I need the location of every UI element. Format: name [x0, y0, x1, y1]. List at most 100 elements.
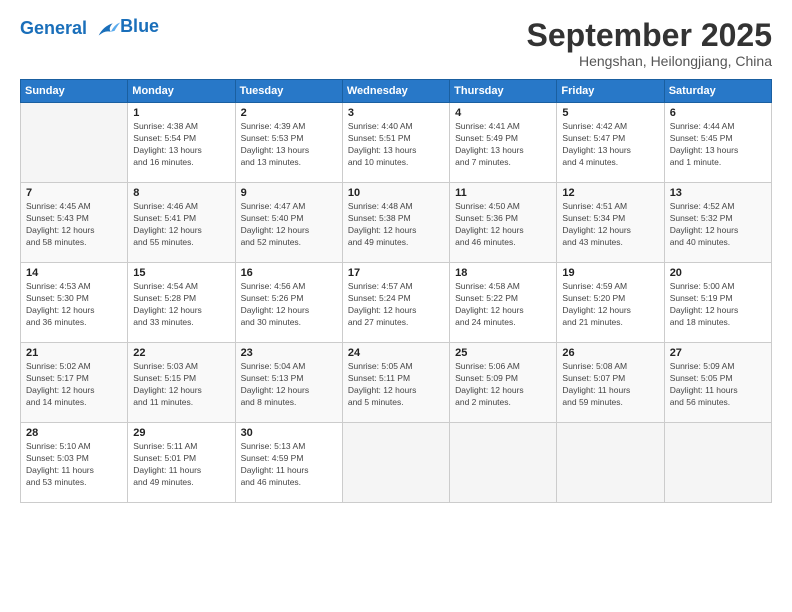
calendar-cell: 10 Sunrise: 4:48 AM Sunset: 5:38 PM Dayli…: [342, 183, 449, 263]
day-number: 30: [241, 427, 337, 439]
calendar-cell: 26Sunrise: 5:08 AM Sunset: 5:07 PM Dayli…: [557, 343, 664, 423]
day-number: 25: [455, 347, 551, 359]
day-number: 26: [562, 347, 658, 359]
day-info: Sunrise: 5:00 AM Sunset: 5:19 PM Dayligh…: [670, 281, 766, 329]
logo-bird-icon: [94, 18, 122, 40]
calendar-cell: 28 Sunrise: 5:10 AM Sunset: 5:03 PM Dayli…: [21, 423, 128, 503]
weekday-row: SundayMondayTuesdayWednesdayThursdayFrid…: [21, 80, 772, 103]
calendar-cell: 13 Sunrise: 4:52 AM Sunset: 5:32 PM Dayli…: [664, 183, 771, 263]
calendar-cell: [450, 423, 557, 503]
day-info: Sunrise: 4:45 AM Sunset: 5:43 PM Dayligh…: [26, 201, 122, 249]
day-info: Sunrise: 4:51 AM Sunset: 5:34 PM Dayligh…: [562, 201, 658, 249]
day-info: Sunrise: 4:40 AM Sunset: 5:51 PM Dayligh…: [348, 121, 444, 169]
calendar-cell: 7 Sunrise: 4:45 AM Sunset: 5:43 PM Daylig…: [21, 183, 128, 263]
day-number: 13: [670, 187, 766, 199]
calendar-cell: 27Sunrise: 5:09 AM Sunset: 5:05 PM Dayli…: [664, 343, 771, 423]
weekday-header: Friday: [557, 80, 664, 103]
day-number: 24: [348, 347, 444, 359]
calendar-cell: 4 Sunrise: 4:41 AM Sunset: 5:49 PM Daylig…: [450, 103, 557, 183]
calendar-cell: 21 Sunrise: 5:02 AM Sunset: 5:17 PM Dayli…: [21, 343, 128, 423]
day-number: 12: [562, 187, 658, 199]
logo: General Blue: [20, 18, 159, 40]
day-info: Sunrise: 5:04 AM Sunset: 5:13 PM Dayligh…: [241, 361, 337, 409]
calendar-week-row: 28 Sunrise: 5:10 AM Sunset: 5:03 PM Dayli…: [21, 423, 772, 503]
day-number: 4: [455, 107, 551, 119]
day-number: 20: [670, 267, 766, 279]
calendar-cell: 14Sunrise: 4:53 AM Sunset: 5:30 PM Dayli…: [21, 263, 128, 343]
day-info: Sunrise: 4:46 AM Sunset: 5:41 PM Dayligh…: [133, 201, 229, 249]
day-info: Sunrise: 4:39 AM Sunset: 5:53 PM Dayligh…: [241, 121, 337, 169]
day-number: 3: [348, 107, 444, 119]
calendar-cell: 8 Sunrise: 4:46 AM Sunset: 5:41 PM Daylig…: [128, 183, 235, 263]
day-info: Sunrise: 4:41 AM Sunset: 5:49 PM Dayligh…: [455, 121, 551, 169]
calendar-cell: [21, 103, 128, 183]
calendar-cell: [664, 423, 771, 503]
day-info: Sunrise: 4:57 AM Sunset: 5:24 PM Dayligh…: [348, 281, 444, 329]
calendar-cell: 25 Sunrise: 5:06 AM Sunset: 5:09 PM Dayli…: [450, 343, 557, 423]
day-number: 6: [670, 107, 766, 119]
calendar-header: SundayMondayTuesdayWednesdayThursdayFrid…: [21, 80, 772, 103]
calendar-cell: 29 Sunrise: 5:11 AM Sunset: 5:01 PM Dayli…: [128, 423, 235, 503]
day-info: Sunrise: 4:50 AM Sunset: 5:36 PM Dayligh…: [455, 201, 551, 249]
calendar-cell: 2 Sunrise: 4:39 AM Sunset: 5:53 PM Daylig…: [235, 103, 342, 183]
weekday-header: Sunday: [21, 80, 128, 103]
day-number: 18: [455, 267, 551, 279]
calendar-table: SundayMondayTuesdayWednesdayThursdayFrid…: [20, 79, 772, 503]
day-number: 17: [348, 267, 444, 279]
day-info: Sunrise: 5:13 AM Sunset: 4:59 PM Dayligh…: [241, 441, 337, 489]
calendar-cell: 18 Sunrise: 4:58 AM Sunset: 5:22 PM Dayli…: [450, 263, 557, 343]
logo-line1: General: [20, 18, 87, 38]
day-info: Sunrise: 5:10 AM Sunset: 5:03 PM Dayligh…: [26, 441, 122, 489]
day-number: 9: [241, 187, 337, 199]
day-info: Sunrise: 4:52 AM Sunset: 5:32 PM Dayligh…: [670, 201, 766, 249]
day-info: Sunrise: 4:54 AM Sunset: 5:28 PM Dayligh…: [133, 281, 229, 329]
weekday-header: Thursday: [450, 80, 557, 103]
day-number: 15: [133, 267, 229, 279]
calendar-cell: 16Sunrise: 4:56 AM Sunset: 5:26 PM Dayli…: [235, 263, 342, 343]
calendar-cell: 30 Sunrise: 5:13 AM Sunset: 4:59 PM Dayli…: [235, 423, 342, 503]
month-title: September 2025: [527, 18, 772, 53]
location: Hengshan, Heilongjiang, China: [527, 53, 772, 69]
weekday-header: Monday: [128, 80, 235, 103]
calendar-cell: 20 Sunrise: 5:00 AM Sunset: 5:19 PM Dayli…: [664, 263, 771, 343]
day-number: 8: [133, 187, 229, 199]
weekday-header: Wednesday: [342, 80, 449, 103]
day-number: 10: [348, 187, 444, 199]
calendar-cell: 12 Sunrise: 4:51 AM Sunset: 5:34 PM Dayli…: [557, 183, 664, 263]
day-number: 27: [670, 347, 766, 359]
day-info: Sunrise: 4:38 AM Sunset: 5:54 PM Dayligh…: [133, 121, 229, 169]
day-number: 19: [562, 267, 658, 279]
calendar-week-row: 1Sunrise: 4:38 AM Sunset: 5:54 PM Daylig…: [21, 103, 772, 183]
day-info: Sunrise: 5:06 AM Sunset: 5:09 PM Dayligh…: [455, 361, 551, 409]
day-info: Sunrise: 5:11 AM Sunset: 5:01 PM Dayligh…: [133, 441, 229, 489]
calendar-cell: 1Sunrise: 4:38 AM Sunset: 5:54 PM Daylig…: [128, 103, 235, 183]
calendar-cell: 15 Sunrise: 4:54 AM Sunset: 5:28 PM Dayli…: [128, 263, 235, 343]
day-info: Sunrise: 4:44 AM Sunset: 5:45 PM Dayligh…: [670, 121, 766, 169]
day-info: Sunrise: 4:48 AM Sunset: 5:38 PM Dayligh…: [348, 201, 444, 249]
day-number: 28: [26, 427, 122, 439]
calendar-cell: 19Sunrise: 4:59 AM Sunset: 5:20 PM Dayli…: [557, 263, 664, 343]
weekday-header: Saturday: [664, 80, 771, 103]
day-info: Sunrise: 5:02 AM Sunset: 5:17 PM Dayligh…: [26, 361, 122, 409]
day-info: Sunrise: 4:56 AM Sunset: 5:26 PM Dayligh…: [241, 281, 337, 329]
calendar-cell: 22 Sunrise: 5:03 AM Sunset: 5:15 PM Dayli…: [128, 343, 235, 423]
calendar-week-row: 7 Sunrise: 4:45 AM Sunset: 5:43 PM Daylig…: [21, 183, 772, 263]
day-number: 22: [133, 347, 229, 359]
day-number: 21: [26, 347, 122, 359]
calendar-cell: 6 Sunrise: 4:44 AM Sunset: 5:45 PM Daylig…: [664, 103, 771, 183]
day-info: Sunrise: 5:03 AM Sunset: 5:15 PM Dayligh…: [133, 361, 229, 409]
day-number: 2: [241, 107, 337, 119]
page-header: General Blue September 2025 Hengshan, He…: [20, 18, 772, 69]
calendar-cell: 23Sunrise: 5:04 AM Sunset: 5:13 PM Dayli…: [235, 343, 342, 423]
calendar-week-row: 21 Sunrise: 5:02 AM Sunset: 5:17 PM Dayli…: [21, 343, 772, 423]
calendar-cell: [557, 423, 664, 503]
day-number: 29: [133, 427, 229, 439]
day-info: Sunrise: 4:42 AM Sunset: 5:47 PM Dayligh…: [562, 121, 658, 169]
day-number: 14: [26, 267, 122, 279]
title-block: September 2025 Hengshan, Heilongjiang, C…: [527, 18, 772, 69]
day-info: Sunrise: 4:47 AM Sunset: 5:40 PM Dayligh…: [241, 201, 337, 249]
day-info: Sunrise: 5:05 AM Sunset: 5:11 PM Dayligh…: [348, 361, 444, 409]
calendar-cell: 11Sunrise: 4:50 AM Sunset: 5:36 PM Dayli…: [450, 183, 557, 263]
day-info: Sunrise: 4:58 AM Sunset: 5:22 PM Dayligh…: [455, 281, 551, 329]
day-number: 7: [26, 187, 122, 199]
